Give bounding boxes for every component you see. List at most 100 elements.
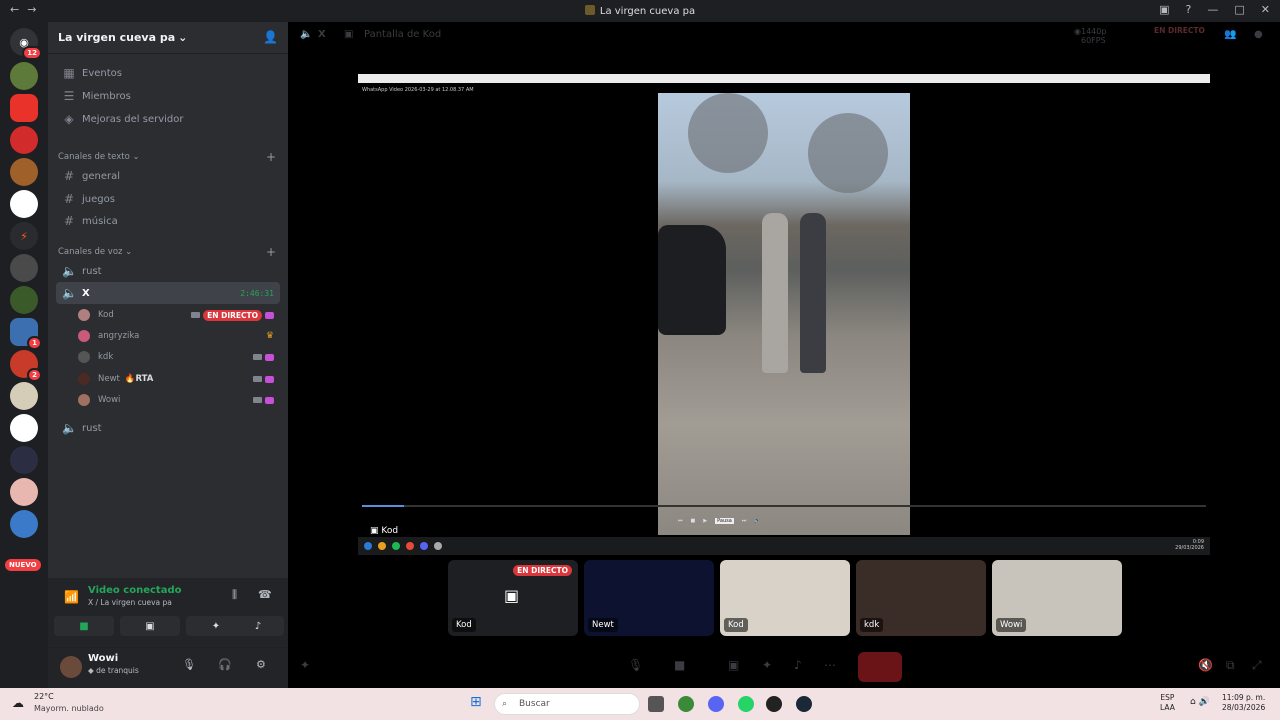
fullscreen-icon[interactable]: ⤢ [1252,658,1262,673]
nav-members[interactable]: ☰ Miembros [56,85,280,107]
microphone-icon[interactable]: 🎙 [628,658,643,672]
steam-icon[interactable] [796,696,812,712]
avatar[interactable] [60,656,82,678]
nav-boosts[interactable]: ◈ Mejoras del servidor [56,108,280,130]
live-badge: EN DIRECTO [203,309,262,321]
voice-channel-rust[interactable]: 🔈 rust [56,260,280,282]
camera-icon [253,354,262,360]
weather-temp[interactable]: 22°C [34,692,54,701]
forward-icon[interactable]: ⏭ [742,518,747,524]
volume-icon[interactable]: 🔇 [1198,658,1213,672]
volume-icon[interactable]: 🔈 [754,518,760,524]
server-icon-7[interactable] [10,254,38,282]
members-icon[interactable]: 👥 [1224,29,1236,40]
share-screen-button[interactable]: ▣ [120,616,180,636]
task-view-icon[interactable] [648,696,664,712]
call-controls: ✦ 🎙 ■ ▣ ✦ ♪ ⋯ 🔇 ⧉ ⤢ [288,652,1280,684]
close-icon[interactable]: ✕ [1261,3,1270,16]
channel-juegos[interactable]: # juegos [56,188,280,210]
server-icon-6[interactable]: ⚡ [10,222,38,250]
server-icon-4[interactable] [10,158,38,186]
voice-category[interactable]: Canales de voz ⌄ + [58,245,278,259]
chrome-icon[interactable] [678,696,694,712]
system-clock[interactable]: 11:09 p. m. 28/03/2026 [1222,693,1265,713]
channel-musica[interactable]: # música [56,210,280,232]
voice-channel-x[interactable]: 🔈 X 2:46:31 [56,282,280,304]
player-controls: ⏮ ■ ▶ Pausa ⏭ 🔈 [678,515,868,527]
participant-tile[interactable]: EN DIRECTO ▣ Kod [448,560,578,636]
voice-user-kdk[interactable]: kdk [78,347,278,367]
video-frame[interactable] [658,93,910,535]
participant-tile[interactable]: kdk [856,560,986,636]
voice-channel-rust-2[interactable]: 🔈 rust [56,417,280,439]
add-channel-icon[interactable]: + [266,245,276,259]
participant-tile[interactable]: Newt [584,560,714,636]
rewind-icon[interactable]: ⏮ [678,518,683,524]
text-category[interactable]: Canales de texto ⌄ + [58,150,278,164]
activities-icon[interactable]: ✦ [762,658,772,672]
home-icon[interactable]: ◉ 12 [10,28,42,60]
participant-tile[interactable]: Kod [720,560,850,636]
weather-desc[interactable]: Mayorm. nublado [34,704,104,713]
noise-suppression-icon[interactable]: ⫼ [232,588,237,602]
hash-icon: # [63,192,75,206]
screen-share-view[interactable]: WhatsApp Video 2026-03-29 at 12.08.37 AM… [358,74,1210,556]
server-icon-5[interactable] [10,190,38,218]
discord-icon[interactable] [708,696,724,712]
stop-icon[interactable]: ■ [691,518,696,524]
headphones-icon[interactable]: 🎧 [218,658,232,671]
inbox-icon[interactable]: ▣ [1159,3,1169,16]
server-icon-13[interactable] [10,446,38,474]
minimize-icon[interactable]: — [1207,3,1218,16]
camera-icon[interactable]: ■ [674,658,685,672]
server-icon-10[interactable]: 2 [10,350,42,382]
tree-shape [688,93,768,173]
server-icon-12[interactable] [10,414,38,442]
voice-user-angryzika[interactable]: angryzika ♛ [78,326,278,346]
voice-user-newt[interactable]: Newt 🔥RTA [78,369,278,389]
voice-user-kod[interactable]: Kod EN DIRECTO [78,305,278,325]
channel-label: juegos [82,193,115,205]
network-icon[interactable]: ⌂ 🔊 [1190,697,1210,707]
help-icon[interactable]: ? [1186,3,1192,16]
search-box[interactable]: ⌕ Buscar [494,693,640,715]
soundboard-icon[interactable]: ♪ [794,658,802,672]
invite-icon[interactable]: 👤 [263,30,278,44]
popout-icon[interactable]: ⧉ [1226,658,1235,673]
start-icon[interactable]: ⊞ [470,694,482,710]
leave-call-button[interactable] [858,652,902,682]
add-channel-icon[interactable]: + [266,150,276,164]
video-filename: WhatsApp Video 2026-03-29 at 12.08.37 AM [362,87,474,93]
gear-icon[interactable]: ⚙ [256,658,266,671]
more-icon[interactable]: ⋯ [824,658,836,672]
obs-icon[interactable] [766,696,782,712]
video-progress[interactable] [362,505,1206,507]
share-screen-icon[interactable]: ▣ [728,658,739,672]
whatsapp-icon[interactable] [738,696,754,712]
server-icon-1[interactable] [10,62,38,90]
voice-user-wowi[interactable]: Wowi [78,390,278,410]
participant-tile[interactable]: Wowi [992,560,1122,636]
activity-icon[interactable]: ✦ [300,658,310,672]
server-header[interactable]: La virgen cueva pa ⌄ 👤 [48,22,288,54]
server-icon-11[interactable] [10,382,38,410]
new-badge[interactable]: NUEVO [5,559,41,571]
play-icon[interactable]: ▶ [703,518,707,524]
server-icon-8[interactable] [10,286,38,314]
server-icon-2[interactable] [10,94,38,122]
server-icon-9[interactable]: 1 [10,318,42,350]
soundboard-button[interactable]: ♪ [232,616,284,636]
channel-general[interactable]: # general [56,165,280,187]
pause-tooltip: Pausa [715,518,734,524]
nav-events[interactable]: ▦ Eventos [56,62,280,84]
server-icon-3[interactable] [10,126,38,154]
microphone-icon[interactable]: 🎙 [182,658,196,671]
language-indicator[interactable]: ESP LAA [1160,693,1175,713]
camera-button[interactable]: ■ [54,616,114,636]
disconnect-icon[interactable]: ☎ [258,588,272,601]
server-icon-15[interactable] [10,510,38,538]
chat-icon[interactable]: ● [1254,29,1263,40]
voice-status[interactable]: Video conectado [88,585,181,596]
server-icon-14[interactable] [10,478,38,506]
maximize-icon[interactable]: □ [1234,3,1244,16]
